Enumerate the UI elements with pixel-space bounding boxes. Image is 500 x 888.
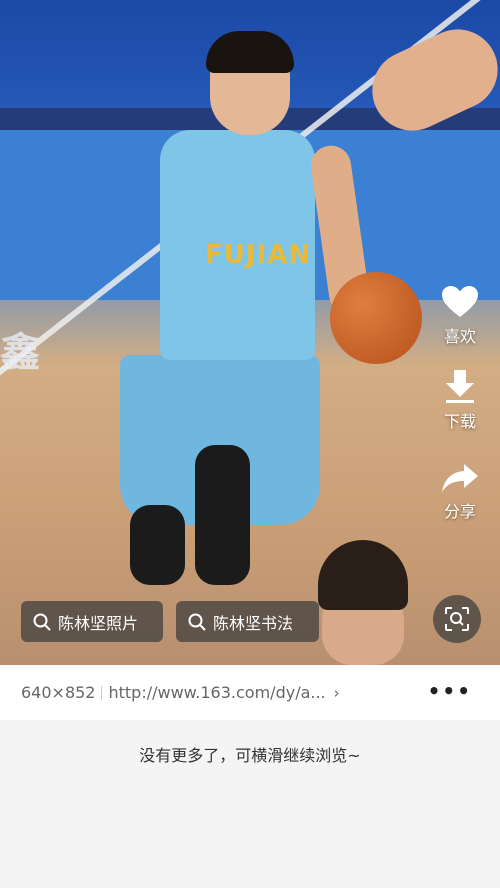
- share-label: 分享: [443, 502, 476, 521]
- player-leg: [130, 505, 185, 585]
- scan-icon: [445, 607, 469, 631]
- share-arrow-icon: [442, 464, 478, 492]
- download-button[interactable]: 下载: [432, 368, 488, 432]
- basketball: [330, 272, 422, 364]
- chevron-right-icon[interactable]: ›: [334, 684, 340, 702]
- search-chip-label: 陈林坚书法: [213, 613, 294, 633]
- player-leg: [195, 445, 250, 585]
- heart-icon: [442, 286, 478, 317]
- source-link[interactable]: http://www.163.com/dy/a...: [108, 683, 325, 702]
- image-info-bar: 640×852 http://www.163.com/dy/a... › •••: [0, 665, 500, 720]
- floor-logo-text: 鑫: [0, 330, 40, 376]
- like-button[interactable]: 喜欢: [432, 285, 488, 347]
- photo-viewer[interactable]: 鑫 FUJIAN 15: [0, 0, 500, 665]
- search-icon: [33, 613, 51, 631]
- end-of-results-message: 没有更多了，可横滑继续浏览~: [139, 746, 361, 765]
- download-label: 下载: [443, 412, 476, 431]
- like-label: 喜欢: [443, 327, 476, 346]
- search-chip[interactable]: 陈林坚书法: [176, 601, 319, 642]
- search-chip-label: 陈林坚照片: [58, 613, 139, 633]
- image-dimensions: 640×852: [21, 683, 96, 702]
- player-hair: [206, 31, 294, 73]
- divider: [101, 685, 103, 700]
- more-dots-icon[interactable]: •••: [428, 679, 472, 703]
- image-search-button[interactable]: [433, 595, 481, 643]
- download-icon: [446, 370, 474, 403]
- share-button[interactable]: 分享: [432, 462, 488, 522]
- search-icon: [188, 613, 206, 631]
- search-chip[interactable]: 陈林坚照片: [21, 601, 163, 642]
